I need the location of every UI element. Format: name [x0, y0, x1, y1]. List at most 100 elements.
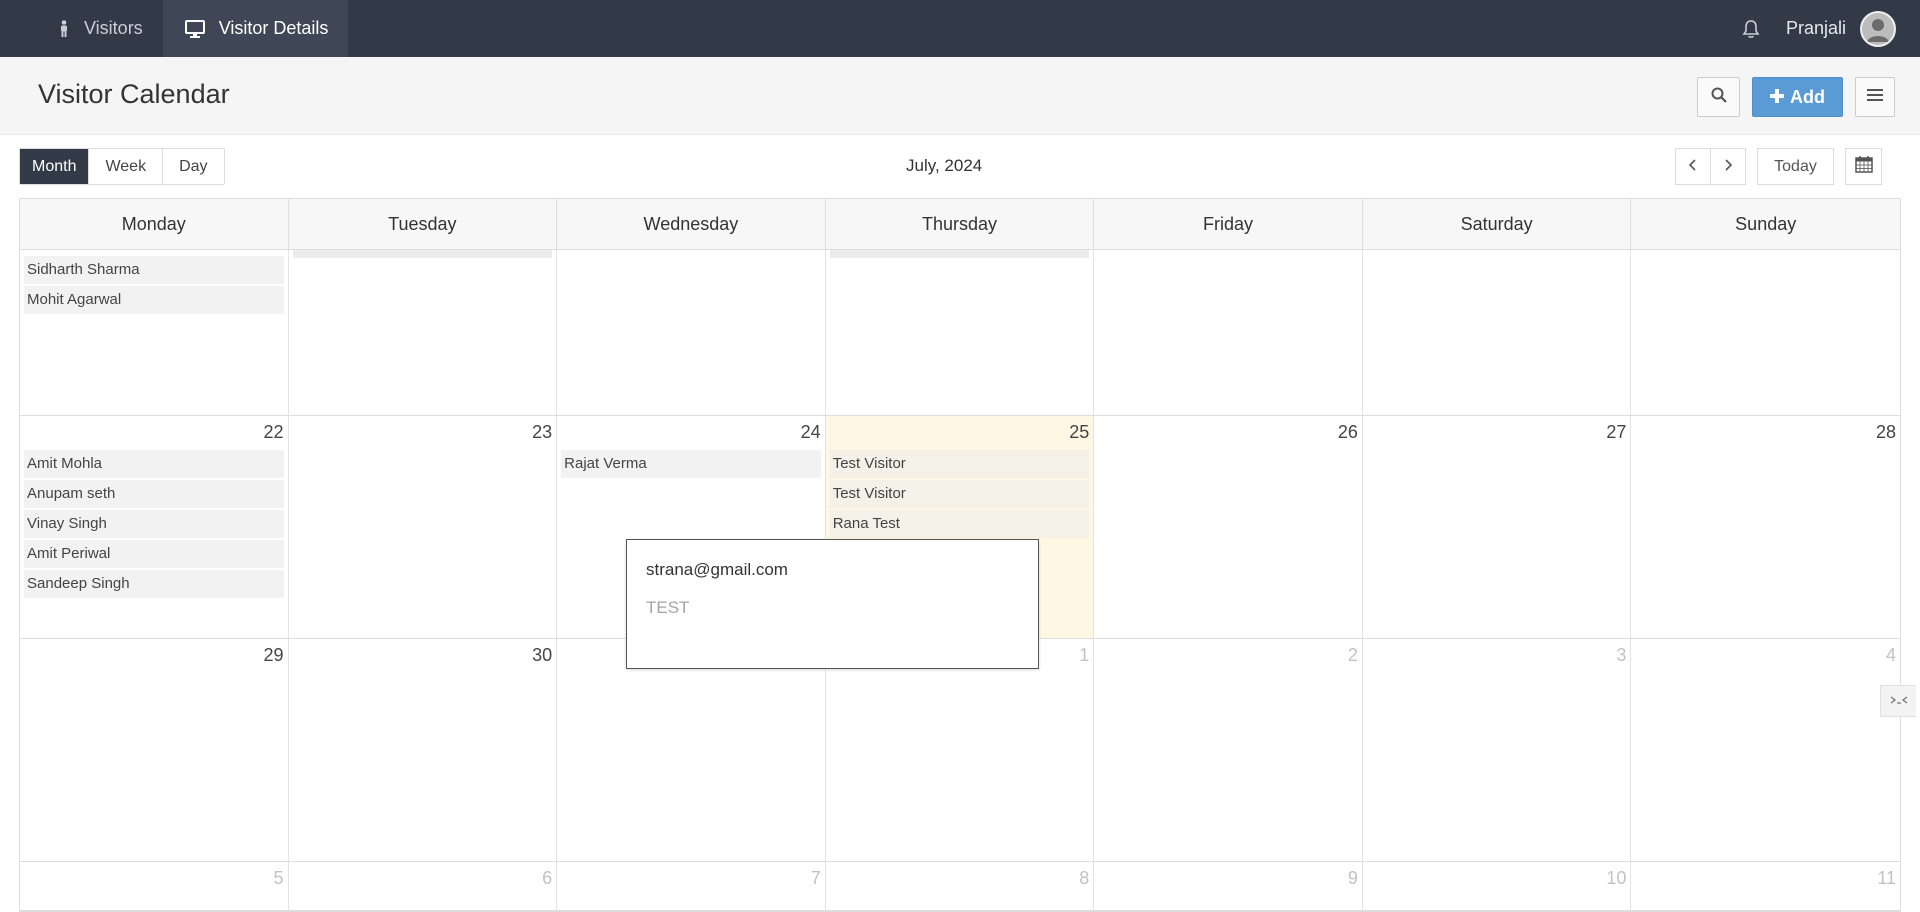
calendar-event[interactable]: Amit Periwal: [24, 540, 284, 568]
day-number: 26: [1337, 422, 1358, 442]
calendar-event[interactable]: Test Visitor: [829, 480, 1090, 508]
day-number: 2: [1347, 645, 1358, 665]
day-number: 23: [532, 422, 553, 442]
nav-user-area: Pranjali: [1742, 0, 1920, 57]
day-number: 28: [1875, 422, 1896, 442]
day-cell[interactable]: 2: [1094, 639, 1363, 861]
weekday-header: Monday Tuesday Wednesday Thursday Friday…: [20, 199, 1900, 250]
weekday-label: Friday: [1094, 199, 1363, 249]
chevron-right-icon: [1724, 158, 1733, 176]
day-cell[interactable]: Sidharth Sharma Mohit Agarwal: [20, 250, 289, 415]
day-cell[interactable]: 11: [1631, 862, 1900, 910]
day-cell[interactable]: 29: [20, 639, 289, 861]
calendar-event[interactable]: Vinay Singh: [24, 510, 284, 538]
avatar[interactable]: [1860, 10, 1896, 47]
calendar-event[interactable]: Anupam seth: [24, 480, 284, 508]
hamburger-icon: [1867, 88, 1883, 107]
day-cell[interactable]: [1631, 250, 1900, 415]
page-title: Visitor Calendar: [38, 79, 230, 109]
monitor-icon: [184, 19, 205, 38]
day-number: 3: [1616, 645, 1627, 665]
view-month-button[interactable]: Month: [20, 149, 90, 184]
day-cell[interactable]: [1094, 250, 1363, 415]
nav-tab-label: Visitor Details: [218, 18, 329, 38]
calendar-event[interactable]: [829, 250, 1090, 258]
nav-tab-label: Visitors: [84, 18, 143, 38]
day-number: 27: [1606, 422, 1627, 442]
add-button-label: Add: [1790, 86, 1825, 107]
side-panel-toggle[interactable]: [1880, 685, 1916, 717]
nav-tab-visitors[interactable]: Visitors: [0, 0, 163, 57]
date-picker-button[interactable]: [1845, 148, 1882, 185]
week-row: Sidharth Sharma Mohit Agarwal: [20, 250, 1900, 416]
calendar-event[interactable]: Rajat Verma: [561, 450, 821, 478]
day-cell[interactable]: 8: [826, 862, 1095, 910]
user-name[interactable]: Pranjali: [1786, 18, 1846, 39]
next-button[interactable]: [1710, 148, 1746, 185]
today-button[interactable]: Today: [1757, 148, 1834, 185]
day-cell[interactable]: 9: [1094, 862, 1363, 910]
day-number: 25: [1069, 422, 1090, 442]
weekday-label: Wednesday: [557, 199, 826, 249]
chevron-left-icon: [1688, 158, 1697, 176]
day-cell[interactable]: [826, 250, 1095, 415]
day-number: 5: [273, 868, 284, 888]
day-cell[interactable]: 7: [557, 862, 826, 910]
calendar-event[interactable]: Mohit Agarwal: [24, 286, 284, 314]
day-cell[interactable]: 31: [557, 639, 826, 861]
calendar-event[interactable]: [292, 250, 553, 258]
day-number: 9: [1347, 868, 1358, 888]
calendar-event[interactable]: Sidharth Sharma: [24, 256, 284, 284]
nav-tab-visitor-details[interactable]: Visitor Details: [162, 0, 349, 57]
day-cell[interactable]: 6: [289, 862, 558, 910]
event-popover: strana@gmail.com TEST: [626, 539, 1039, 669]
current-month-label: July, 2024: [906, 156, 983, 175]
day-cell[interactable]: [1363, 250, 1632, 415]
day-cell[interactable]: 10: [1363, 862, 1632, 910]
calendar-icon: [1854, 155, 1873, 178]
day-cell[interactable]: 30: [289, 639, 558, 861]
prev-button[interactable]: [1675, 148, 1711, 185]
week-row: 5 6 7 8 9 10 11: [20, 862, 1900, 911]
search-button[interactable]: [1697, 77, 1740, 117]
day-cell[interactable]: 23: [289, 416, 558, 638]
day-cell[interactable]: 28: [1631, 416, 1900, 638]
day-cell[interactable]: 27: [1363, 416, 1632, 638]
view-day-button[interactable]: Day: [163, 149, 224, 184]
day-cell[interactable]: 3: [1363, 639, 1632, 861]
day-number: 24: [800, 422, 821, 442]
day-number: 29: [263, 645, 284, 665]
weekday-label: Sunday: [1735, 213, 1797, 234]
weekday-label: Thursday: [826, 199, 1095, 249]
day-number: 10: [1606, 868, 1627, 888]
popover-subtitle: TEST: [646, 598, 690, 617]
calendar-event[interactable]: Test Visitor: [829, 450, 1090, 478]
day-number: 7: [810, 868, 821, 888]
search-icon: [1711, 87, 1727, 108]
view-switcher: Month Week Day: [19, 148, 225, 185]
day-cell[interactable]: 22 Amit Mohla Anupam seth Vinay Singh Am…: [20, 416, 289, 638]
bell-icon[interactable]: [1742, 19, 1760, 39]
page-header: Visitor Calendar Add: [0, 57, 1920, 135]
day-number: 6: [542, 868, 553, 888]
day-number: 30: [532, 645, 553, 665]
add-button[interactable]: Add: [1752, 77, 1843, 117]
plus-icon: [1770, 86, 1784, 109]
week-row: 29 30 31 1 2 3 4: [20, 639, 1900, 862]
calendar-event[interactable]: Sandeep Singh: [24, 570, 284, 598]
collapse-arrows-icon: [1889, 694, 1909, 709]
day-cell[interactable]: 26: [1094, 416, 1363, 638]
menu-button[interactable]: [1855, 77, 1895, 117]
day-number: 8: [1079, 868, 1090, 888]
weekday-label: Monday: [20, 199, 289, 249]
day-cell[interactable]: [289, 250, 558, 415]
day-cell[interactable]: 4: [1631, 639, 1900, 861]
day-cell[interactable]: [557, 250, 826, 415]
view-week-button[interactable]: Week: [89, 149, 164, 184]
calendar-event[interactable]: Amit Mohla: [24, 450, 284, 478]
popover-email: strana@gmail.com: [646, 560, 788, 579]
day-cell[interactable]: 5: [20, 862, 289, 910]
calendar-event[interactable]: Rana Test: [829, 510, 1090, 538]
day-number: 4: [1885, 645, 1896, 665]
day-cell[interactable]: 1: [826, 639, 1095, 861]
